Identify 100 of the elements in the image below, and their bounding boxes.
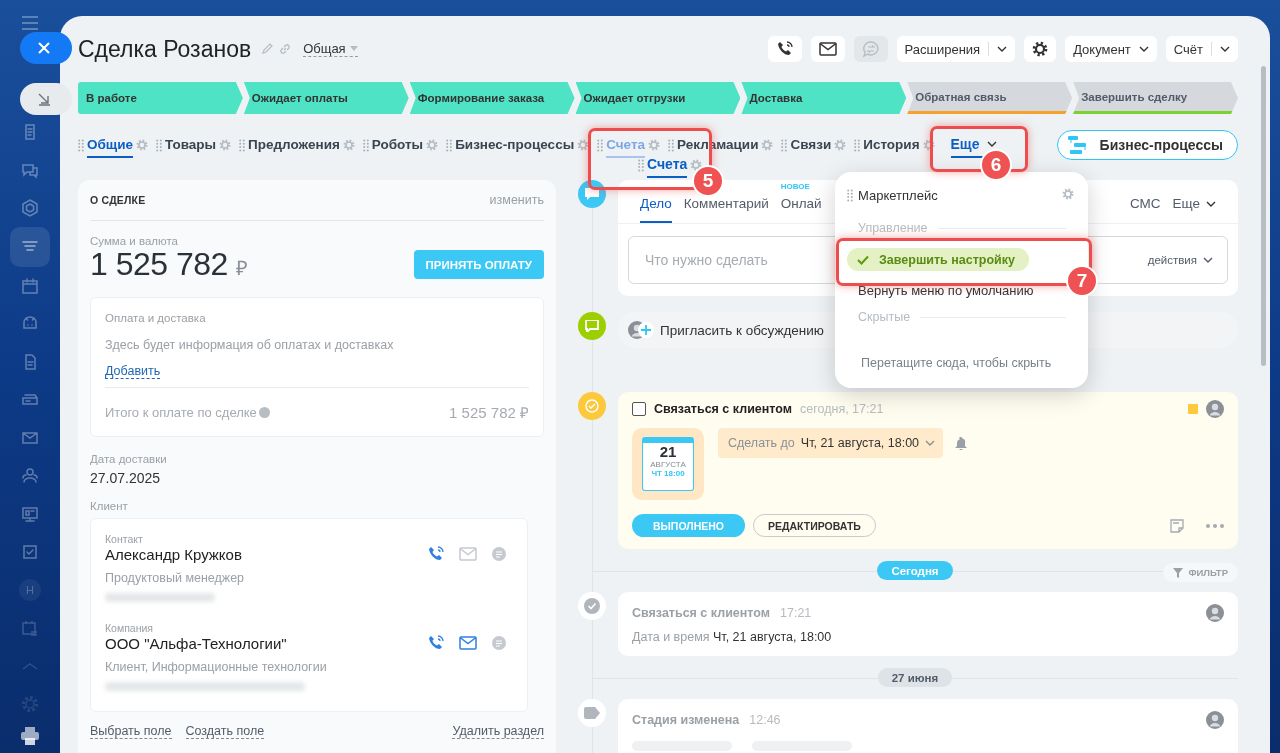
presentation-icon[interactable] <box>20 504 40 524</box>
category-select[interactable]: Общая <box>303 41 358 57</box>
invite-link[interactable]: Пригласить к обсуждению <box>660 322 824 338</box>
drag-handle-icon[interactable] <box>597 138 604 152</box>
tab[interactable]: Связи <box>790 132 832 158</box>
stage-step[interactable]: Обратная связь <box>907 82 1073 114</box>
business-process-button[interactable]: Бизнес-процессы <box>1056 130 1238 160</box>
action-link[interactable]: Выбрать поле <box>90 724 172 739</box>
client-name[interactable]: Александр Кружков <box>105 545 242 563</box>
caret-icon <box>1138 46 1149 52</box>
gear-icon[interactable] <box>219 139 232 151</box>
chevron-up-icon[interactable] <box>20 661 40 671</box>
tab[interactable]: Товары <box>165 132 217 158</box>
drag-handle-icon[interactable] <box>156 138 163 152</box>
comment-icon <box>578 312 606 340</box>
calendar-list-icon[interactable] <box>20 618 40 638</box>
avatar-icon <box>1206 711 1224 729</box>
phone-icon[interactable] <box>775 40 794 58</box>
gear-icon[interactable] <box>648 139 661 151</box>
menu-icon[interactable] <box>21 16 39 30</box>
help-icon[interactable] <box>258 406 270 418</box>
stage-step[interactable]: В работе <box>78 82 243 114</box>
task-checkbox[interactable] <box>632 402 646 416</box>
caret-icon <box>1206 200 1216 207</box>
mail-icon[interactable] <box>818 42 837 56</box>
client-name[interactable]: ООО "Альфа-Технологии" <box>105 634 287 652</box>
gear-icon[interactable] <box>426 139 439 151</box>
pencil-icon[interactable] <box>261 43 274 55</box>
minimize-button[interactable] <box>20 83 72 115</box>
gear-icon[interactable] <box>342 139 355 151</box>
people-icon[interactable] <box>20 466 40 486</box>
deadline-select[interactable]: Сделать до Чт, 21 августа, 18:00 <box>718 428 944 458</box>
caret-icon <box>925 440 936 446</box>
split-button[interactable]: Счёт <box>1165 36 1238 62</box>
check-icon <box>578 392 606 420</box>
stage-step[interactable]: Ожидает оплаты <box>243 82 409 114</box>
drag-handle-icon[interactable] <box>446 138 453 152</box>
gear-icon[interactable] <box>1062 188 1074 200</box>
calendar-card: 21 АВГУСТА ЧТ 18:00 <box>642 437 694 491</box>
drag-handle-icon[interactable] <box>668 138 675 152</box>
gear-icon[interactable] <box>577 139 590 151</box>
gear-icon[interactable] <box>834 139 847 151</box>
stage-step[interactable]: Доставка <box>741 82 907 114</box>
tab[interactable]: История <box>863 132 920 158</box>
note-icon[interactable] <box>1170 518 1184 533</box>
stage-step[interactable]: Ожидает отгрузки <box>575 82 741 114</box>
checkbox-icon[interactable] <box>20 542 40 562</box>
task-title: Связаться с клиентом <box>654 402 792 416</box>
stage-step[interactable]: Завершить сделку <box>1073 82 1238 114</box>
more-icon[interactable] <box>1206 523 1224 528</box>
drag-handle-icon[interactable] <box>781 138 788 152</box>
tab[interactable]: Предложения <box>248 132 340 158</box>
activity-tab[interactable]: Дело <box>640 196 672 223</box>
delete-link[interactable]: Удалить раздел <box>452 724 544 739</box>
split-button[interactable]: Расширения <box>896 36 1016 62</box>
dragged-tab[interactable]: Счета <box>647 152 688 178</box>
currency-sign: ₽ <box>235 257 248 279</box>
action-link[interactable]: Создать поле <box>185 724 265 739</box>
dropdown-button[interactable]: Документ <box>1065 36 1157 62</box>
menu-item[interactable]: Вернуть меню по умолчанию <box>858 283 1034 298</box>
drag-handle-icon[interactable] <box>847 189 853 202</box>
activity-tab[interactable]: Комментарий <box>683 196 769 223</box>
stage-step[interactable]: Формирование заказа <box>409 82 575 114</box>
gear-icon[interactable] <box>136 139 149 151</box>
gear-icon[interactable] <box>922 139 935 151</box>
drag-handle-icon[interactable] <box>854 138 861 152</box>
gear-icon[interactable] <box>690 159 703 171</box>
drag-handle-icon[interactable] <box>78 138 84 152</box>
close-button[interactable] <box>20 32 72 64</box>
drag-handle-icon[interactable] <box>239 138 246 152</box>
avatar-icon <box>1206 604 1224 622</box>
tab[interactable]: Бизнес-процессы <box>455 132 575 158</box>
block-title: Оплата и доставка <box>105 312 207 324</box>
actions-dropdown[interactable]: действия <box>1147 254 1213 266</box>
add-icon[interactable] <box>638 322 654 338</box>
tab[interactable]: Общие <box>87 132 134 158</box>
call-button[interactable] <box>767 36 802 62</box>
menu-item[interactable]: Маркетплейс <box>858 188 938 203</box>
printer-icon[interactable] <box>20 727 40 745</box>
record-time: 17:21 <box>780 606 812 620</box>
add-link[interactable]: Добавить <box>105 364 161 379</box>
activity-tab[interactable]: Еще <box>1172 196 1216 223</box>
settings-icon[interactable] <box>1032 41 1049 57</box>
activity-tab[interactable]: СМС <box>1129 196 1161 223</box>
tab[interactable]: Роботы <box>371 132 424 158</box>
field-label: Контакт <box>105 533 144 545</box>
email-button[interactable] <box>810 36 845 62</box>
drag-handle-icon[interactable] <box>638 158 644 172</box>
chat-icon[interactable] <box>491 635 507 651</box>
link-icon[interactable] <box>279 43 292 55</box>
settings-button[interactable] <box>1024 36 1057 62</box>
comment-icon <box>578 180 606 208</box>
bell-icon[interactable] <box>955 436 968 450</box>
calendar-icon[interactable] <box>20 276 40 296</box>
chat-icon <box>861 40 880 58</box>
hexagon-icon[interactable] <box>20 198 40 218</box>
record-title: Связаться с клиентом <box>632 606 770 620</box>
gear-icon[interactable] <box>761 139 774 151</box>
chat-icon[interactable] <box>491 546 507 562</box>
drag-handle-icon[interactable] <box>362 138 369 152</box>
